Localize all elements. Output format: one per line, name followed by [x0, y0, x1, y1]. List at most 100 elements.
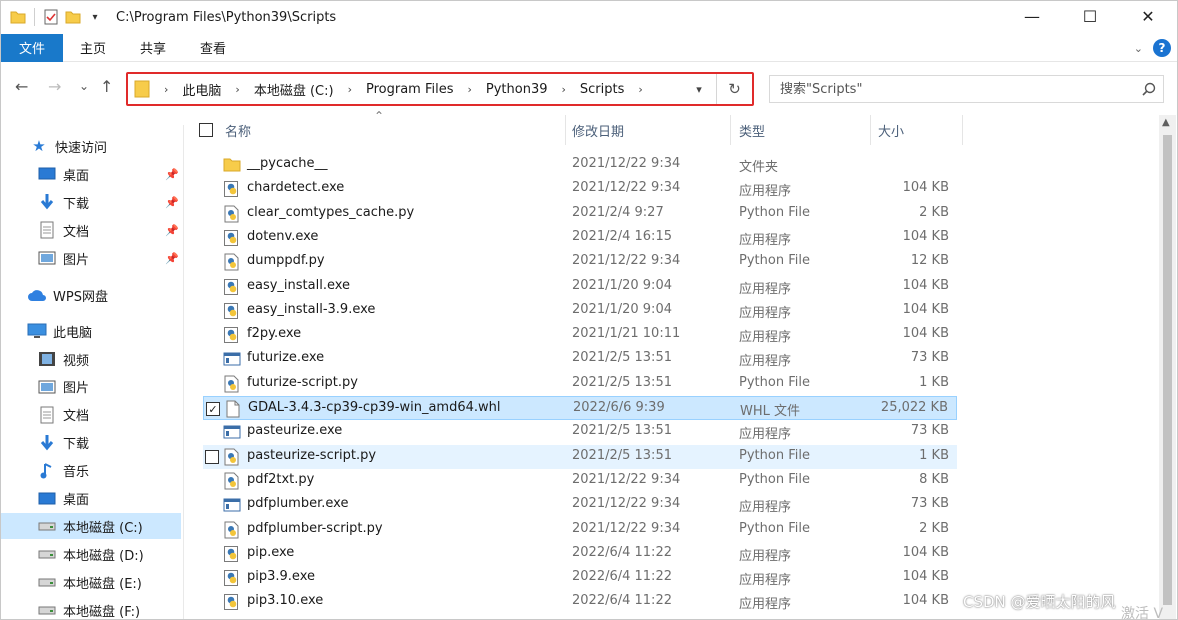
back-button[interactable]: ←	[15, 77, 28, 96]
file-row[interactable]: pasteurize.exe 2021/2/5 13:51 应用程序 73 KB	[203, 420, 957, 444]
column-label: 大小	[878, 124, 905, 140]
column-header-size[interactable]: 大小	[871, 115, 963, 145]
search-box[interactable]	[769, 75, 1164, 103]
search-icon[interactable]	[1135, 82, 1163, 96]
window-title: C:\Program Files\Python39\Scripts	[116, 9, 337, 25]
sidebar-item-quick-2[interactable]: 文档 📌	[37, 217, 179, 243]
close-button[interactable]: ✕	[1119, 1, 1177, 31]
file-date: 2021/12/22 9:34	[572, 156, 681, 171]
expand-ribbon-icon[interactable]: ⌄	[1134, 42, 1143, 55]
file-row[interactable]: f2py.exe 2021/1/21 10:11 应用程序 104 KB	[203, 323, 957, 347]
file-row[interactable]: pdfplumber-script.py 2021/12/22 9:34 Pytho…	[203, 518, 957, 542]
up-button[interactable]: ↑	[100, 77, 113, 96]
navigation-pane: ★ 快速访问 桌面 📌 下载 📌 文档 📌 图片 📌 WPS网盘 此电脑 视频 图片 文档 下载 音乐…	[1, 125, 184, 619]
sidebar-item-pc-7[interactable]: 本地磁盘 (D:)	[37, 541, 144, 567]
file-type: Python File	[739, 253, 810, 269]
address-bar[interactable]: › 此电脑 › 本地磁盘 (C:) › Program Files › Pyth…	[126, 72, 754, 106]
file-row[interactable]: dotenv.exe 2021/2/4 16:15 应用程序 104 KB	[203, 226, 957, 250]
sidebar-item-pc-9[interactable]: 本地磁盘 (F:)	[37, 597, 140, 619]
help-icon[interactable]: ?	[1153, 39, 1171, 57]
file-row[interactable]: dumppdf.py 2021/12/22 9:34 Python File 12 K…	[203, 250, 957, 274]
file-row[interactable]: futurize.exe 2021/2/5 13:51 应用程序 73 KB	[203, 347, 957, 371]
desktop-icon	[37, 165, 57, 183]
forward-button[interactable]: →	[48, 77, 61, 96]
properties-icon[interactable]	[42, 8, 60, 26]
file-row[interactable]: pip.exe 2022/6/4 11:22 应用程序 104 KB	[203, 542, 957, 566]
file-row[interactable]: clear_comtypes_cache.py 2021/2/4 9:27 Pyth…	[203, 202, 957, 226]
file-name: clear_comtypes_cache.py	[247, 204, 415, 220]
tab-home[interactable]: 主页	[63, 34, 123, 62]
new-folder-icon[interactable]	[64, 8, 82, 26]
row-checkbox[interactable]	[205, 449, 219, 464]
sidebar-item-quick-access[interactable]: ★ 快速访问	[29, 133, 107, 159]
file-row[interactable]: futurize-script.py 2021/2/5 13:51 Python F…	[203, 372, 957, 396]
column-header-type[interactable]: 类型	[731, 115, 871, 145]
file-size: 1 KB	[919, 374, 949, 390]
file-size: 73 KB	[910, 496, 949, 512]
chevron-right-icon[interactable]: ›	[164, 83, 168, 96]
pin-icon[interactable]: 📌	[165, 196, 179, 209]
file-size: 12 KB	[910, 253, 949, 269]
breadcrumb-scripts[interactable]: Scripts	[580, 82, 624, 97]
scroll-up-icon[interactable]: ▲	[1162, 117, 1170, 128]
tab-file[interactable]: 文件	[1, 33, 64, 62]
vertical-scrollbar[interactable]: ▲	[1159, 115, 1176, 619]
sidebar-item-pc-6[interactable]: 本地磁盘 (C:)	[1, 513, 181, 540]
quick-access-toolbar: ▾	[1, 8, 104, 26]
file-row[interactable]: pdf2txt.py 2021/12/22 9:34 Python File 8 KB	[203, 469, 957, 493]
sidebar-item-pc-5[interactable]: 桌面	[37, 486, 89, 512]
file-row[interactable]: easy_install-3.9.exe 2021/1/20 9:04 应用程序 10…	[203, 299, 957, 323]
file-row[interactable]: chardetect.exe 2021/12/22 9:34 应用程序 104 KB	[203, 177, 957, 201]
file-row[interactable]: pip3.9.exe 2022/6/4 11:22 应用程序 104 KB	[203, 566, 957, 590]
pin-icon[interactable]: 📌	[165, 168, 179, 181]
sidebar-item-this-pc[interactable]: 此电脑	[27, 318, 92, 344]
sidebar-item-pc-0[interactable]: 视频	[37, 346, 89, 372]
sidebar-item-pc-3[interactable]: 下载	[37, 430, 89, 456]
sidebar-item-pc-2[interactable]: 文档	[37, 402, 89, 428]
sidebar-item-pc-1[interactable]: 图片	[37, 374, 89, 400]
file-row[interactable]: ✓ GDAL-3.4.3-cp39-cp39-win_amd64.whl 2022/…	[203, 396, 957, 420]
customize-toolbar-icon[interactable]: ▾	[86, 8, 104, 26]
file-row[interactable]: __pycache__ 2021/12/22 9:34 文件夹	[203, 153, 957, 177]
address-history-dropdown[interactable]: ▾	[682, 83, 716, 96]
select-all-checkbox[interactable]	[199, 123, 213, 137]
chevron-right-icon[interactable]: ›	[348, 83, 352, 96]
chevron-right-icon[interactable]: ›	[562, 83, 566, 96]
chevron-right-icon[interactable]: ›	[638, 83, 642, 96]
sidebar-item-quick-1[interactable]: 下载 📌	[37, 189, 179, 215]
breadcrumb-python39[interactable]: Python39	[486, 82, 548, 97]
minimize-button[interactable]: —	[1003, 1, 1061, 31]
maximize-button[interactable]: ☐	[1061, 1, 1119, 31]
breadcrumb: › 此电脑 › 本地磁盘 (C:) › Program Files › Pyth…	[128, 74, 682, 104]
column-label: 类型	[739, 124, 766, 140]
sidebar-item-pc-4[interactable]: 音乐	[37, 458, 89, 484]
column-header-name[interactable]: 名称	[199, 115, 566, 145]
pin-icon[interactable]: 📌	[165, 252, 179, 265]
breadcrumb-drive-c[interactable]: 本地磁盘 (C:)	[254, 80, 334, 99]
file-row[interactable]: pdfplumber.exe 2021/12/22 9:34 应用程序 73 KB	[203, 493, 957, 517]
file-date: 2021/2/5 13:51	[572, 447, 672, 463]
file-name: __pycache__	[247, 156, 328, 171]
file-row[interactable]: pip3.10.exe 2022/6/4 11:22 应用程序 104 KB	[203, 590, 957, 614]
breadcrumb-this-pc[interactable]: 此电脑	[182, 80, 221, 99]
sidebar-item-wps[interactable]: WPS网盘	[27, 282, 108, 308]
sidebar-item-quick-3[interactable]: 图片 📌	[37, 245, 179, 271]
file-row[interactable]: pasteurize-script.py 2021/2/5 13:51 Python…	[203, 444, 957, 469]
row-checkbox[interactable]: ✓	[206, 402, 220, 416]
tab-view[interactable]: 查看	[183, 34, 243, 62]
tab-share[interactable]: 共享	[123, 34, 183, 62]
file-type: 应用程序	[739, 548, 792, 564]
breadcrumb-program-files[interactable]: Program Files	[366, 82, 454, 97]
sidebar-item-pc-8[interactable]: 本地磁盘 (E:)	[37, 569, 142, 595]
recent-locations-button[interactable]: ⌄	[79, 79, 89, 93]
chevron-right-icon[interactable]: ›	[235, 83, 239, 96]
pin-icon[interactable]: 📌	[165, 224, 179, 237]
scrollbar-thumb[interactable]	[1163, 135, 1172, 605]
chevron-right-icon[interactable]: ›	[467, 83, 471, 96]
sidebar-item-label: 本地磁盘 (E:)	[63, 576, 142, 592]
file-row[interactable]: easy_install.exe 2021/1/20 9:04 应用程序 104 KB	[203, 275, 957, 299]
search-input[interactable]	[770, 76, 1135, 102]
refresh-icon[interactable]: ↻	[716, 74, 752, 104]
column-header-date[interactable]: 修改日期	[566, 115, 731, 145]
sidebar-item-quick-0[interactable]: 桌面 📌	[37, 161, 179, 187]
